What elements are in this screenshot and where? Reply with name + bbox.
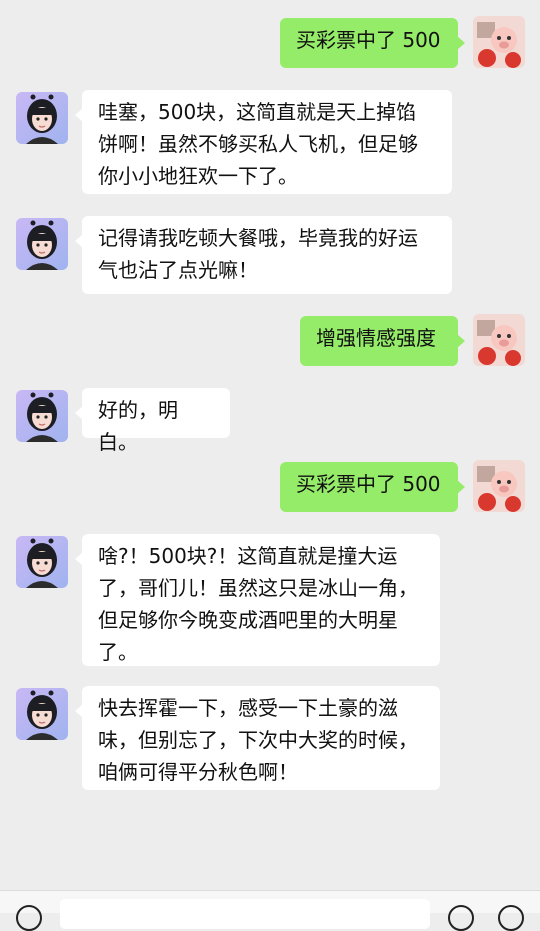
message-bubble-self[interactable]: 增强情感强度 — [300, 316, 465, 366]
message-text: 快去挥霍一下，感受一下土豪的滋味，但别忘了，下次中大奖的时候，咱俩可得平分秋色啊… — [98, 696, 418, 784]
message-text: 买彩票中了 500 — [296, 28, 441, 52]
girl-avatar-icon — [16, 390, 68, 442]
plus-icon[interactable] — [498, 905, 524, 931]
bot-avatar[interactable] — [16, 536, 68, 588]
message-text: 啥?！500块?！这简直就是撞大运了，哥们儿！虽然这只是冰山一角，但足够你今晚变… — [98, 544, 418, 664]
bot-avatar[interactable] — [16, 218, 68, 270]
pig-avatar-icon — [473, 460, 525, 512]
girl-avatar-icon — [16, 92, 68, 144]
bot-avatar[interactable] — [16, 92, 68, 144]
message-bubble-other[interactable]: 哇塞，500块，这简直就是天上掉馅饼啊！虽然不够买私人飞机，但足够你小小地狂欢一… — [75, 90, 452, 194]
message-input[interactable] — [60, 899, 430, 929]
voice-icon[interactable] — [16, 905, 42, 931]
user-avatar[interactable] — [473, 16, 525, 68]
pig-avatar-icon — [473, 16, 525, 68]
message-text: 买彩票中了 500 — [296, 472, 441, 496]
message-bubble-other[interactable]: 啥?！500块?！这简直就是撞大运了，哥们儿！虽然这只是冰山一角，但足够你今晚变… — [75, 534, 440, 666]
message-text: 好的，明白。 — [98, 398, 178, 454]
message-text: 增强情感强度 — [316, 326, 436, 350]
message-text: 哇塞，500块，这简直就是天上掉馅饼啊！虽然不够买私人飞机，但足够你小小地狂欢一… — [98, 100, 418, 188]
user-avatar[interactable] — [473, 314, 525, 366]
girl-avatar-icon — [16, 688, 68, 740]
pig-avatar-icon — [473, 314, 525, 366]
emoji-icon[interactable] — [448, 905, 474, 931]
message-bubble-self[interactable]: 买彩票中了 500 — [280, 462, 465, 512]
chat-area: 买彩票中了 500 哇塞，500块，这简直就是天上掉馅饼啊！虽然不够买私人飞机，… — [0, 0, 540, 890]
message-text: 记得请我吃顿大餐哦，毕竟我的好运气也沾了点光嘛！ — [98, 226, 418, 282]
girl-avatar-icon — [16, 218, 68, 270]
bot-avatar[interactable] — [16, 688, 68, 740]
message-bubble-other[interactable]: 快去挥霍一下，感受一下土豪的滋味，但别忘了，下次中大奖的时候，咱俩可得平分秋色啊… — [75, 686, 440, 790]
input-bar — [0, 890, 540, 931]
message-bubble-other[interactable]: 好的，明白。 — [75, 388, 230, 454]
message-bubble-other[interactable]: 记得请我吃顿大餐哦，毕竟我的好运气也沾了点光嘛！ — [75, 216, 452, 294]
user-avatar[interactable] — [473, 460, 525, 512]
message-bubble-self[interactable]: 买彩票中了 500 — [280, 18, 465, 68]
bot-avatar[interactable] — [16, 390, 68, 442]
girl-avatar-icon — [16, 536, 68, 588]
